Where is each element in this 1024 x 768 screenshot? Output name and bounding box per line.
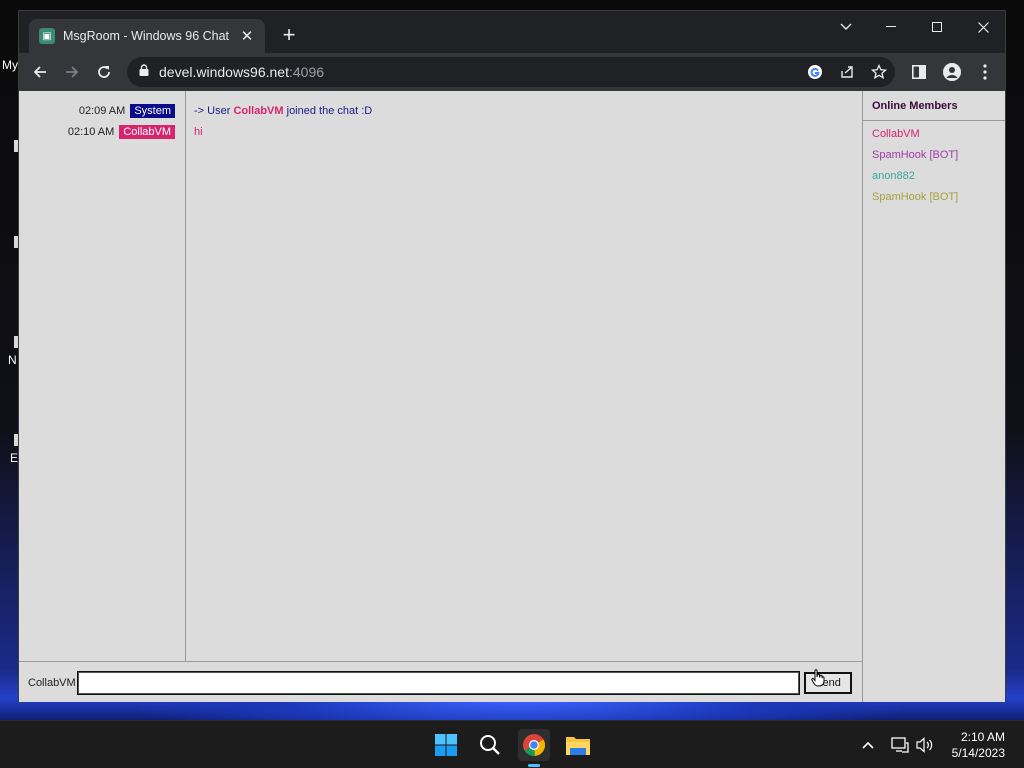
online-members-panel: Online Members CollabVM SpamHook [BOT] a… [862,91,1005,702]
bookmark-star-icon[interactable] [869,62,889,82]
message-time: 02:09 AM [78,105,126,117]
lock-icon[interactable] [139,63,149,81]
browser-toolbar: devel.windows96.net:4096 [19,53,1005,91]
desktop-icon-label[interactable]: N [8,353,17,367]
start-button[interactable] [430,729,462,761]
desktop-icon-label[interactable]: My [2,58,18,72]
more-menu-icon[interactable] [975,62,995,82]
wallpaper-wave [140,700,900,720]
join-username[interactable]: CollabVM [233,105,283,117]
system-join-message: -> User CollabVM joined the chat :D [194,105,372,117]
volume-icon[interactable] [915,735,935,755]
user-badge-collabvm[interactable]: CollabVM [119,125,175,139]
network-icon[interactable] [890,735,910,755]
address-bar[interactable]: devel.windows96.net:4096 [127,57,895,87]
share-icon[interactable] [837,62,857,82]
minimize-button[interactable] [868,11,914,43]
reload-button[interactable] [91,59,117,85]
message-input[interactable] [77,671,800,695]
taskbar: 2:10 AM 5/14/2023 [0,720,1024,768]
profile-avatar-icon[interactable] [942,62,962,82]
tab-close-icon[interactable]: ✕ [239,27,255,45]
timestamp-column: 02:09 AM System 02:10 AM CollabVM [19,91,186,661]
timestamp-row: 02:10 AM CollabVM [68,125,175,139]
tab-search-chevron-icon[interactable] [823,11,869,43]
msgroom-favicon-icon: ▣ [39,28,55,44]
system-clock[interactable]: 2:10 AM 5/14/2023 [952,729,1005,761]
search-icon[interactable] [474,729,506,761]
file-explorer-icon[interactable] [562,729,594,761]
message-list: -> User CollabVM joined the chat :D hi [186,91,862,661]
tab-msgroom[interactable]: ▣ MsgRoom - Windows 96 Chat ✕ [29,19,265,53]
browser-window: ▣ MsgRoom - Windows 96 Chat ✕ + devel.wi… [18,10,1006,702]
user-message: hi [194,126,203,138]
clock-date: 5/14/2023 [951,746,1005,760]
join-suffix: joined the chat :D [283,105,373,117]
timestamp-row: 02:09 AM System [79,104,175,118]
join-prefix: -> User [194,105,234,117]
show-hidden-icons-chevron-icon[interactable] [858,735,878,755]
member-item[interactable]: SpamHook [BOT] [872,149,958,161]
google-lens-icon[interactable] [805,62,825,82]
tab-title: MsgRoom - Windows 96 Chat [63,29,230,43]
hand-cursor-icon [811,669,825,692]
user-badge-system[interactable]: System [130,104,175,118]
new-tab-button[interactable]: + [277,23,301,49]
member-item[interactable]: SpamHook [BOT] [872,191,958,203]
composer-username: CollabVM [28,677,76,689]
member-item[interactable]: anon882 [872,170,915,182]
members-title: Online Members [863,91,1005,121]
msgroom-page: 02:09 AM System 02:10 AM CollabVM -> Use… [19,91,1005,702]
side-panel-icon[interactable] [909,62,929,82]
chrome-taskbar-icon[interactable] [518,729,550,767]
tab-strip: ▣ MsgRoom - Windows 96 Chat ✕ + [19,11,1005,53]
url-host: devel.windows96.net [159,64,289,80]
clock-time: 2:10 AM [960,730,1005,744]
forward-button[interactable] [59,59,85,85]
message-time: 02:10 AM [67,126,115,138]
url-port: :4096 [288,64,325,80]
close-window-button[interactable] [960,11,1006,43]
member-item[interactable]: CollabVM [872,128,920,140]
maximize-button[interactable] [914,11,960,43]
back-button[interactable] [27,59,53,85]
message-composer: CollabVM Send [19,661,862,702]
desktop-icon-label[interactable]: E [10,451,18,465]
